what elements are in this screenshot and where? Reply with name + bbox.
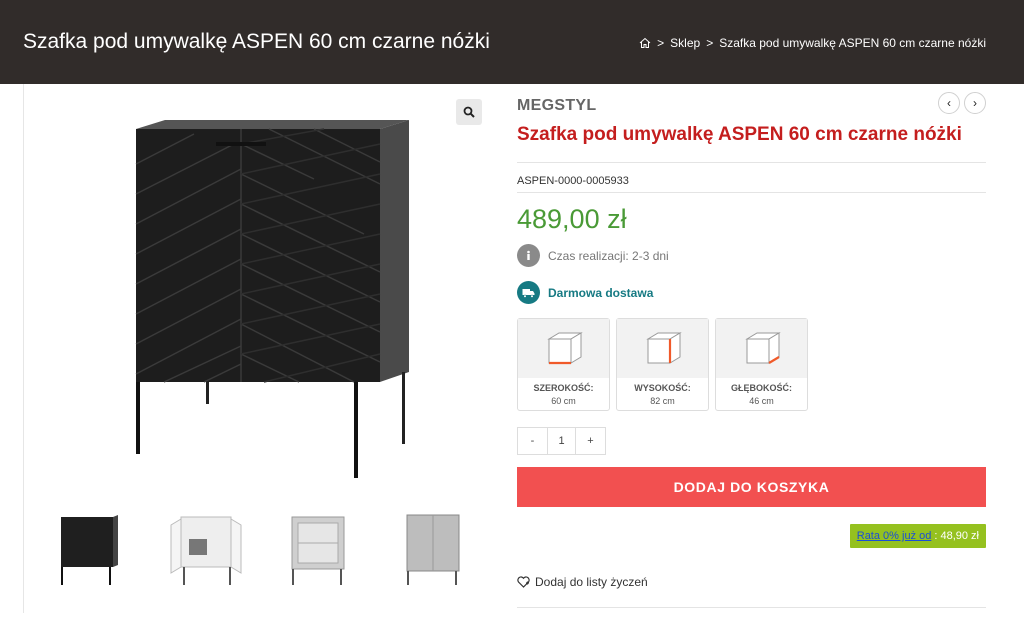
product-title: Szafka pod umywalkę ASPEN 60 cm czarne n…: [517, 124, 962, 145]
realization-text: Czas realizacji: 2-3 dni: [548, 248, 669, 263]
installment-badge: Rata 0% już od : 48,90 zł: [849, 524, 986, 548]
next-product-button[interactable]: ›: [964, 92, 986, 114]
dimension-height: WYSOKOŚĆ: 82 cm: [616, 318, 709, 411]
quantity-increase-button[interactable]: +: [576, 428, 605, 454]
breadcrumb: > Sklep > Szafka pod umywalkę ASPEN 60 c…: [639, 36, 986, 50]
add-to-cart-button[interactable]: DODAJ DO KOSZYKA: [517, 467, 986, 507]
breadcrumb-separator: >: [706, 36, 714, 50]
dimension-label: SZEROKOŚĆ:: [533, 383, 594, 393]
thumbnail-grey-front[interactable]: [389, 509, 479, 589]
breadcrumb-shop-link[interactable]: Sklep: [670, 36, 700, 50]
search-icon: [463, 106, 475, 118]
zoom-button[interactable]: [456, 99, 482, 125]
height-box-icon: [645, 331, 682, 364]
divider: [517, 162, 986, 163]
product-price: 489,00 zł: [517, 204, 627, 234]
dimension-label: WYSOKOŚĆ:: [634, 383, 691, 393]
wishlist-label: Dodaj do listy życzeń: [535, 575, 648, 589]
thumbnail-grey-open[interactable]: [274, 509, 364, 589]
quantity-input[interactable]: 1: [547, 428, 576, 454]
home-icon[interactable]: [639, 37, 651, 49]
previous-product-button[interactable]: ‹: [938, 92, 960, 114]
dimension-width: SZEROKOŚĆ: 60 cm: [517, 318, 610, 411]
thumbnail-open-doors[interactable]: [159, 509, 249, 589]
heart-icon: [517, 576, 530, 588]
breadcrumb-separator: >: [657, 36, 665, 50]
page-title: Szafka pod umywalkę ASPEN 60 cm czarne n…: [23, 30, 490, 53]
dimension-value: 60 cm: [551, 396, 576, 406]
product-summary: MEGSTYL ‹ › Szafka pod umywalkę ASPEN 60…: [517, 84, 986, 613]
dimension-value: 46 cm: [749, 396, 774, 406]
installment-amount: : 48,90 zł: [934, 530, 979, 542]
product-sku: ASPEN-0000-0005933: [517, 175, 629, 187]
truck-icon: [517, 281, 540, 304]
product-navigation: ‹ ›: [938, 92, 986, 114]
thumbnail-strip: [24, 509, 494, 619]
divider: [517, 607, 986, 608]
product-main-image[interactable]: [24, 84, 494, 499]
info-icon: [517, 244, 540, 267]
width-box-icon: [546, 331, 583, 364]
product-gallery: [23, 84, 493, 613]
divider: [517, 192, 986, 193]
dimension-label: GŁĘBOKOŚĆ:: [730, 383, 792, 393]
free-delivery: Darmowa dostawa: [517, 281, 653, 304]
thumbnail-front-black[interactable]: [44, 509, 134, 589]
quantity-stepper: - 1 +: [517, 427, 606, 455]
realization-time: Czas realizacji: 2-3 dni: [517, 244, 669, 267]
add-to-wishlist[interactable]: Dodaj do listy życzeń: [517, 575, 648, 589]
installment-link[interactable]: Rata 0% już od: [857, 530, 932, 542]
brand-name[interactable]: MEGSTYL: [517, 97, 596, 115]
dimensions: SZEROKOŚĆ: 60 cm WYSOKOŚĆ: 82 cm GŁĘBOKO…: [517, 318, 808, 411]
quantity-decrease-button[interactable]: -: [518, 428, 547, 454]
dimension-value: 82 cm: [650, 396, 675, 406]
depth-box-icon: [744, 331, 781, 364]
page-header: Szafka pod umywalkę ASPEN 60 cm czarne n…: [0, 0, 1024, 84]
delivery-text: Darmowa dostawa: [548, 285, 654, 300]
dimension-depth: GŁĘBOKOŚĆ: 46 cm: [715, 318, 808, 411]
breadcrumb-current: Szafka pod umywalkę ASPEN 60 cm czarne n…: [719, 36, 986, 50]
